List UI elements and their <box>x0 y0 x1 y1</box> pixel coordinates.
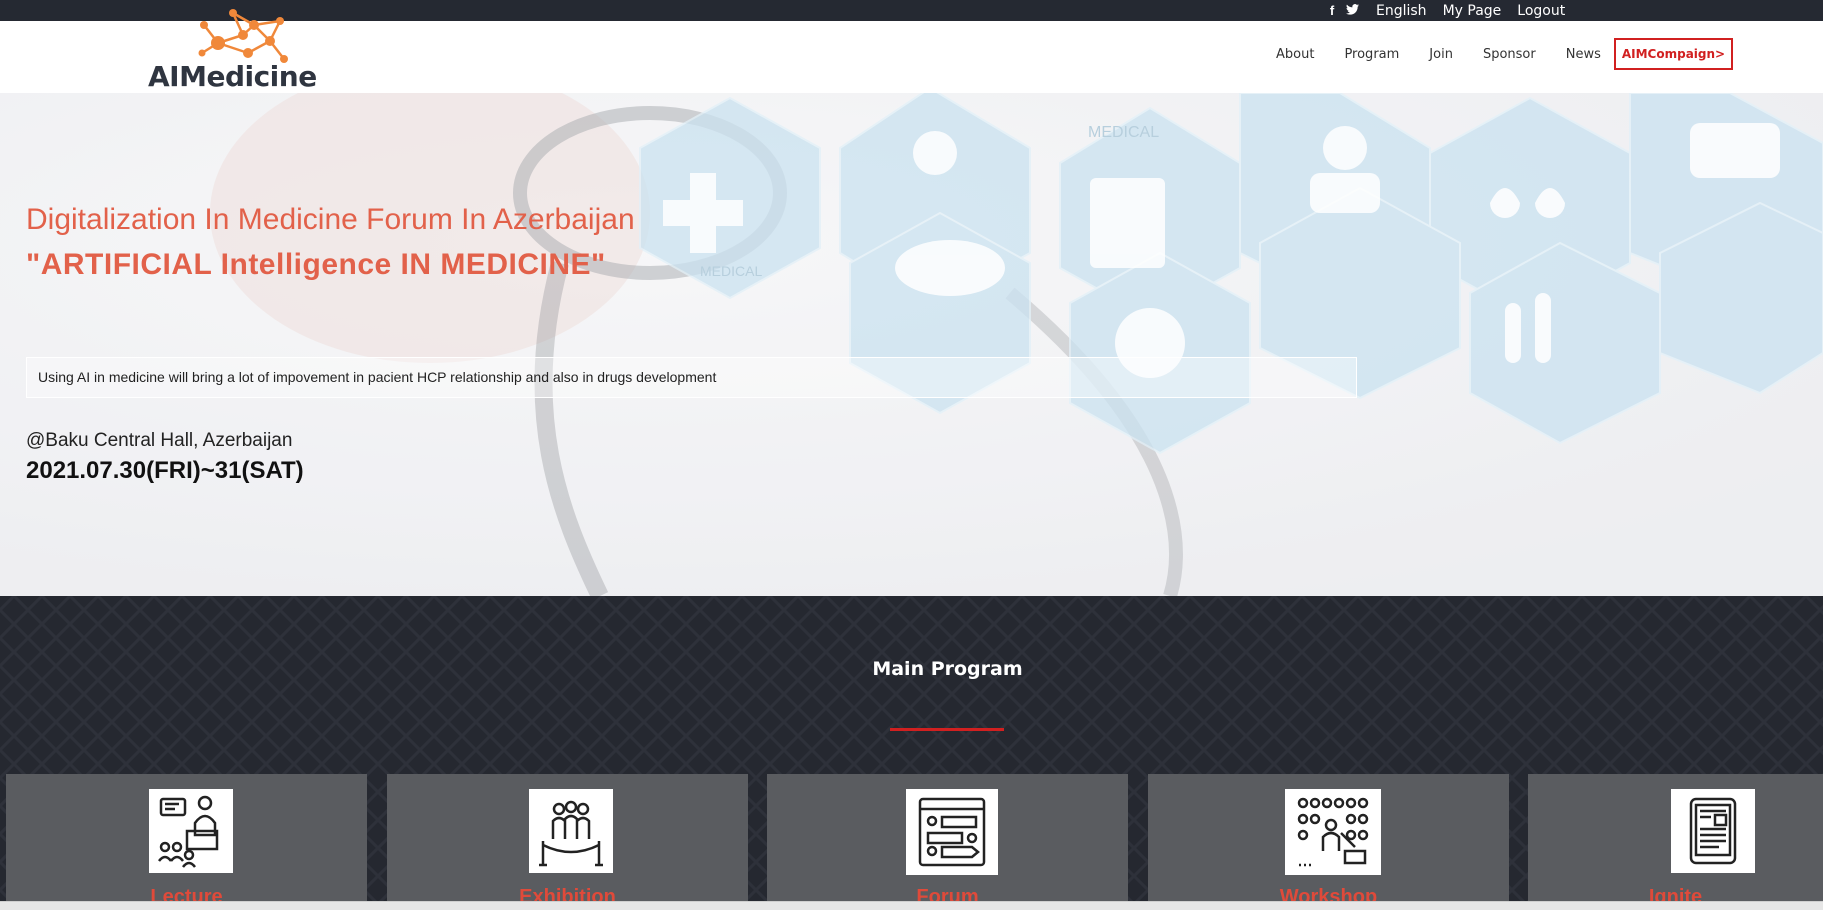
exhibition-icon <box>529 789 613 873</box>
hero-banner: MEDICAL MEDICAL Digitalization In Medici… <box>0 93 1823 596</box>
program-card-forum[interactable]: Forum <box>767 774 1128 910</box>
site-logo[interactable]: AIMedicine <box>148 5 328 93</box>
top-links: f English My Page Logout <box>1322 0 1565 21</box>
program-card-exhibition[interactable]: Exhibition <box>387 774 748 910</box>
language-link[interactable]: English <box>1376 3 1427 19</box>
lecture-icon <box>149 789 233 873</box>
site-header: AIMedicine About Program Join Sponsor Ne… <box>0 9 1823 93</box>
molecule-logo-icon <box>198 9 288 63</box>
hero-background-image: MEDICAL MEDICAL <box>0 93 1823 596</box>
nav-about[interactable]: About <box>1276 47 1314 62</box>
program-card-workshop[interactable]: Workshop <box>1148 774 1509 910</box>
program-card-ignite[interactable]: Ignite <box>1528 774 1823 910</box>
hero-title: Digitalization In Medicine Forum In Azer… <box>26 203 635 236</box>
nav-join[interactable]: Join <box>1429 47 1453 62</box>
nav-sponsor[interactable]: Sponsor <box>1483 47 1536 62</box>
program-title: Main Program <box>872 658 1023 680</box>
logo-text: AIMedicine <box>148 60 317 93</box>
main-nav: About Program Join Sponsor News AIMCompa… <box>1276 38 1734 70</box>
nav-program[interactable]: Program <box>1344 47 1399 62</box>
event-date: 2021.07.30(FRI)~31(SAT) <box>26 457 304 484</box>
forum-icon <box>906 789 998 875</box>
main-program-section: Main Program Lecture Exhibition Forum Wo… <box>0 596 1823 910</box>
nav-aimcompaign-button[interactable]: AIMCompaign> <box>1613 38 1734 70</box>
program-card-lecture[interactable]: Lecture <box>6 774 367 910</box>
logout-link[interactable]: Logout <box>1517 3 1565 19</box>
facebook-icon[interactable]: f <box>1322 3 1342 18</box>
nav-news[interactable]: News <box>1566 47 1601 62</box>
horizontal-scrollbar[interactable] <box>0 901 1823 910</box>
twitter-icon[interactable] <box>1342 3 1362 18</box>
hero-subtitle: "ARTIFICIAL Intelligence IN MEDICINE" <box>26 248 606 281</box>
ignite-icon <box>1671 789 1755 873</box>
hero-description: Using AI in medicine will bring a lot of… <box>26 357 1357 398</box>
my-page-link[interactable]: My Page <box>1443 3 1502 19</box>
workshop-icon <box>1285 789 1381 875</box>
title-divider <box>890 728 1004 731</box>
event-venue: @Baku Central Hall, Azerbaijan <box>26 430 293 451</box>
